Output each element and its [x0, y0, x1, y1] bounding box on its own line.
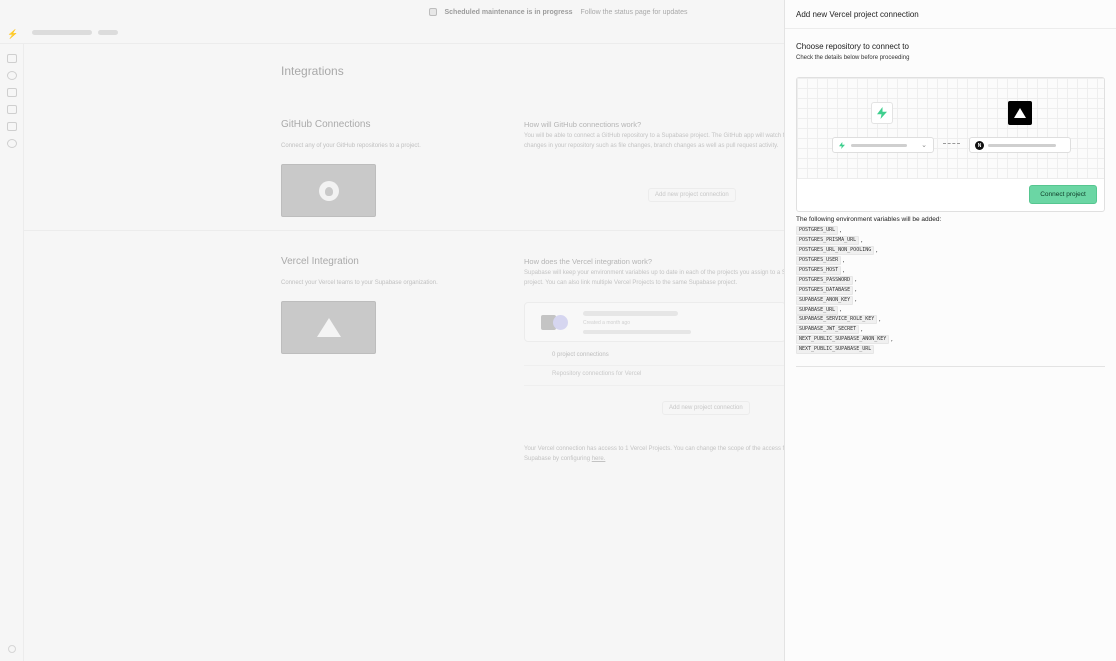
avatar	[553, 315, 568, 330]
env-var-name: SUPABASE_SERVICE_ROLE_KEY	[796, 315, 878, 325]
vercel-footer-text: Supabase by configuring	[524, 456, 591, 462]
env-var-item: SUPABASE_SERVICE_ROLE_KEY,	[796, 315, 893, 325]
env-vars-list: POSTGRES_URL, POSTGRES_PRISMA_URL, POSTG…	[796, 226, 893, 355]
supabase-project-name-redacted	[851, 144, 907, 147]
env-var-name: POSTGRES_PASSWORD	[796, 275, 854, 285]
settings-icon[interactable]	[7, 139, 17, 148]
env-var-item: POSTGRES_HOST,	[796, 266, 893, 276]
env-vars-intro: The following environment variables will…	[796, 216, 942, 223]
vercel-footer-line2: Supabase by configuring here.	[524, 454, 784, 464]
chevron-down-icon: ⌄	[921, 142, 927, 149]
supabase-logo-icon[interactable]: ⚡	[7, 29, 18, 40]
banner-title: Scheduled maintenance is in progress	[444, 8, 573, 16]
connection-card: ⌄ N Connect project	[796, 77, 1105, 212]
env-var-item: SUPABASE_JWT_SECRET,	[796, 325, 893, 335]
panel-divider	[796, 366, 1105, 367]
vercel-configure-link[interactable]: here.	[592, 456, 606, 462]
vercel-project-name-redacted	[988, 144, 1056, 147]
sidebar	[0, 44, 24, 661]
vercel-question: How does the Vercel integration work?	[524, 257, 652, 266]
home-icon[interactable]	[7, 54, 17, 63]
breadcrumb-project-redacted	[98, 30, 118, 35]
env-var-item: POSTGRES_URL_NON_POOLING,	[796, 246, 893, 256]
env-var-name: POSTGRES_DATABASE	[796, 285, 854, 295]
supabase-bolt-icon	[839, 142, 845, 149]
vercel-section-description: Connect your Vercel teams to your Supaba…	[281, 280, 438, 286]
github-answer-line2: changes in your repository such as file …	[524, 143, 779, 149]
github-question: How will GitHub connections work?	[524, 120, 642, 129]
users-icon[interactable]	[7, 71, 17, 80]
page-title: Integrations	[281, 64, 344, 78]
maintenance-icon	[428, 8, 437, 16]
nextjs-icon: N	[975, 141, 984, 150]
env-var-item: NEXT_PUBLIC_SUPABASE_URL	[796, 345, 893, 355]
vercel-triangle-icon	[316, 318, 341, 337]
vercel-answer-line1: Supabase will keep your environment vari…	[524, 270, 784, 276]
env-var-item: POSTGRES_PASSWORD,	[796, 275, 893, 285]
vercel-project-select[interactable]: N	[969, 137, 1071, 153]
env-var-name: POSTGRES_URL	[796, 226, 839, 236]
supabase-logo	[871, 102, 893, 124]
help-icon[interactable]	[8, 645, 16, 653]
panel-header: Add new Vercel project connection	[785, 0, 1116, 29]
connections-divider-2	[524, 385, 786, 386]
vercel-triangle-icon	[1014, 108, 1026, 118]
env-var-name: POSTGRES_PRISMA_URL	[796, 236, 860, 246]
env-var-name: POSTGRES_USER	[796, 256, 842, 266]
breadcrumb-org-redacted	[32, 30, 92, 35]
reports-icon[interactable]	[7, 105, 17, 114]
vercel-connection-card[interactable]: Created a month ago	[524, 302, 786, 342]
env-var-item: SUPABASE_ANON_KEY,	[796, 295, 893, 305]
billing-icon[interactable]	[7, 122, 17, 131]
env-var-item: POSTGRES_DATABASE,	[796, 285, 893, 295]
vercel-connection-panel: Add new Vercel project connection Choose…	[784, 0, 1116, 661]
env-var-item: SUPABASE_URL,	[796, 305, 893, 315]
github-section-description: Connect any of your GitHub repositories …	[281, 143, 421, 149]
env-var-item: POSTGRES_URL,	[796, 226, 893, 236]
team-name-redacted	[583, 311, 678, 316]
supabase-project-select[interactable]: ⌄	[832, 137, 934, 153]
vercel-footer-line1: Your Vercel connection has access to 1 V…	[524, 446, 784, 452]
card-created-text: Created a month ago	[583, 320, 630, 326]
section-divider	[24, 230, 784, 231]
connect-project-button[interactable]: Connect project	[1029, 185, 1097, 204]
env-var-name: SUPABASE_ANON_KEY	[796, 295, 854, 305]
env-var-name: SUPABASE_JWT_SECRET	[796, 325, 860, 335]
env-var-name: NEXT_PUBLIC_SUPABASE_URL	[796, 345, 875, 355]
banner-detail[interactable]: Follow the status page for updates	[580, 9, 687, 16]
github-add-connection-button[interactable]: Add new project connection	[648, 188, 736, 202]
integrations-icon[interactable]	[7, 88, 17, 97]
github-tile	[281, 164, 376, 217]
env-var-name: NEXT_PUBLIC_SUPABASE_ANON_KEY	[796, 335, 890, 345]
env-var-item: POSTGRES_USER,	[796, 256, 893, 266]
installer-redacted	[583, 330, 691, 334]
vercel-add-connection-button[interactable]: Add new project connection	[662, 401, 750, 415]
env-var-name: SUPABASE_URL	[796, 305, 839, 315]
env-var-item: POSTGRES_PRISMA_URL,	[796, 236, 893, 246]
panel-heading: Choose repository to connect to	[796, 42, 909, 51]
panel-subheading: Check the details below before proceedin…	[796, 55, 910, 61]
github-section-title: GitHub Connections	[281, 119, 371, 130]
env-var-name: POSTGRES_HOST	[796, 266, 842, 275]
vercel-answer-line2: project. You can also link multiple Verc…	[524, 280, 738, 286]
vercel-section-title: Vercel Integration	[281, 256, 359, 267]
env-var-name: POSTGRES_URL_NON_POOLING	[796, 246, 875, 256]
env-var-item: NEXT_PUBLIC_SUPABASE_ANON_KEY,	[796, 335, 893, 345]
connection-dotted-line	[943, 143, 960, 144]
connections-subtext: Repository connections for Vercel	[552, 371, 642, 377]
connections-count: 0 project connections	[552, 352, 609, 358]
connections-divider	[524, 365, 786, 366]
github-icon	[318, 180, 339, 201]
breadcrumb[interactable]	[32, 30, 118, 35]
connection-diagram: ⌄ N	[797, 78, 1104, 179]
vercel-logo	[1008, 101, 1032, 125]
vercel-tile	[281, 301, 376, 354]
supabase-bolt-icon	[877, 107, 887, 119]
github-answer-line1: You will be able to connect a GitHub rep…	[524, 133, 784, 139]
